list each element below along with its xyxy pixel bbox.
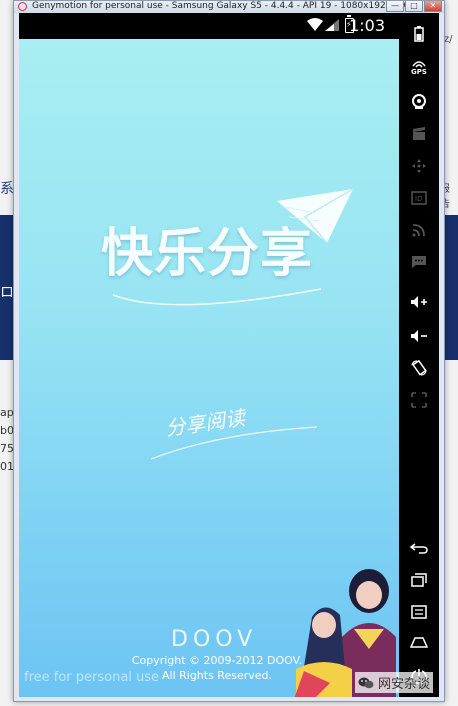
network-widget-button[interactable] bbox=[399, 217, 439, 243]
wechat-account-label: 网安杂谈 bbox=[378, 677, 431, 692]
background-text-fragment: 系 bbox=[0, 181, 14, 197]
status-bar: 1:03 bbox=[19, 13, 399, 39]
rss-icon bbox=[412, 224, 425, 237]
back-button[interactable] bbox=[399, 535, 439, 561]
webcam-icon bbox=[412, 94, 426, 109]
home-icon bbox=[410, 637, 428, 648]
android-screen[interactable]: 1:03 快乐分享 分享阅读 bbox=[19, 13, 399, 697]
wechat-icon bbox=[358, 677, 374, 688]
emulator-device: 1:03 快乐分享 分享阅读 bbox=[19, 13, 439, 697]
background-text-fragment: ロ bbox=[0, 285, 14, 301]
volume-up-button[interactable] bbox=[399, 289, 439, 315]
wifi-icon bbox=[307, 18, 323, 31]
signal-icon bbox=[325, 19, 339, 31]
recent-apps-button[interactable] bbox=[399, 567, 439, 593]
splash-screen[interactable]: 快乐分享 分享阅读 DOOV Copyright © 2009-2012 DOO… bbox=[19, 39, 399, 697]
recent-apps-icon bbox=[411, 573, 427, 587]
genymotion-sidebar: GPS ID bbox=[399, 13, 439, 697]
minimize-button[interactable]: — bbox=[386, 1, 404, 12]
home-button[interactable] bbox=[399, 629, 439, 655]
copyright-line-1: Copyright © 2009-2012 DOOV. bbox=[131, 654, 303, 667]
wechat-attribution: 网安杂谈 bbox=[355, 672, 434, 693]
window-title: Genymotion for personal use - Samsung Ga… bbox=[32, 1, 418, 11]
message-icon bbox=[412, 256, 426, 268]
genymotion-logo-icon bbox=[18, 2, 27, 11]
close-button[interactable]: ✕ bbox=[424, 1, 442, 12]
maximize-button[interactable]: □ bbox=[405, 1, 423, 12]
menu-button[interactable] bbox=[399, 599, 439, 625]
volume-up-icon bbox=[411, 296, 427, 308]
rotate-screen-icon bbox=[411, 360, 427, 376]
status-time: 1:03 bbox=[349, 16, 385, 35]
doov-logo: DOOV bbox=[171, 627, 258, 652]
remote-control-widget-button[interactable] bbox=[399, 153, 439, 179]
battery-icon bbox=[414, 26, 424, 42]
scale-button[interactable] bbox=[399, 387, 439, 413]
identifiers-widget-button[interactable]: ID bbox=[399, 185, 439, 211]
expand-arrows-icon bbox=[411, 392, 427, 408]
battery-widget-button[interactable] bbox=[399, 21, 439, 47]
slogan-underline bbox=[150, 426, 318, 460]
back-arrow-icon bbox=[410, 543, 428, 554]
clapperboard-icon bbox=[413, 127, 425, 140]
menu-icon bbox=[411, 605, 427, 619]
sms-widget-button[interactable] bbox=[399, 249, 439, 275]
svg-text:ID: ID bbox=[415, 195, 422, 203]
id-card-icon: ID bbox=[411, 191, 427, 205]
window-titlebar[interactable]: Genymotion for personal use - Samsung Ga… bbox=[14, 1, 444, 13]
gps-signal-icon bbox=[412, 61, 426, 68]
rotate-button[interactable] bbox=[399, 355, 439, 381]
dpad-icon bbox=[412, 159, 426, 173]
genymotion-window: Genymotion for personal use - Samsung Ga… bbox=[13, 0, 445, 702]
screencast-widget-button[interactable] bbox=[399, 121, 439, 147]
volume-down-icon bbox=[411, 330, 427, 342]
webcam-widget-button[interactable] bbox=[399, 89, 439, 115]
title-swoosh bbox=[112, 288, 322, 306]
window-controls: — □ ✕ bbox=[386, 1, 442, 13]
personal-use-watermark: free for personal use bbox=[24, 670, 160, 685]
gps-label: GPS bbox=[411, 68, 427, 76]
gps-widget-button[interactable]: GPS bbox=[399, 55, 439, 81]
volume-down-button[interactable] bbox=[399, 323, 439, 349]
